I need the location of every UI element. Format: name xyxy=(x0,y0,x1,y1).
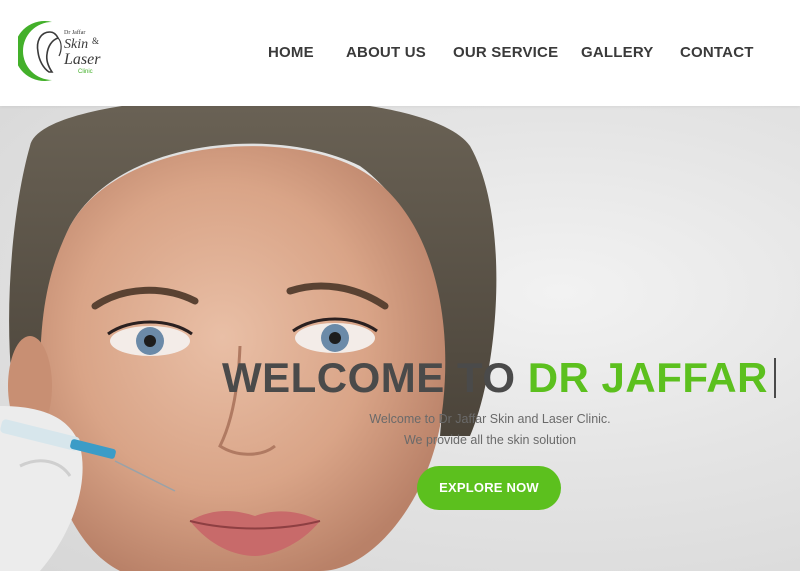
logo-top-text: Dr Jaffar xyxy=(64,29,85,36)
hero-title-prefix: WELCOME TO xyxy=(222,354,528,401)
hero-title: WELCOME TO DR JAFFAR xyxy=(222,354,782,402)
explore-now-button[interactable]: EXPLORE NOW xyxy=(417,466,561,510)
nav-about-us[interactable]: ABOUT US xyxy=(346,44,426,61)
hero-title-accent: DR JAFFAR xyxy=(527,354,768,401)
main-nav: HOME ABOUT US OUR SERVICE GALLERY CONTAC… xyxy=(0,44,800,64)
hero-banner: WELCOME TO DR JAFFAR Welcome to Dr Jaffa… xyxy=(0,106,800,571)
nav-gallery[interactable]: GALLERY xyxy=(581,44,654,61)
nav-contact[interactable]: CONTACT xyxy=(680,44,754,61)
nav-home[interactable]: HOME xyxy=(268,44,314,61)
logo-clinic-text: Clinic xyxy=(78,69,93,75)
hero-subtitle-line-1: Welcome to Dr Jaffar Skin and Laser Clin… xyxy=(369,412,611,426)
typing-caret xyxy=(773,358,776,398)
hero-face-image xyxy=(0,106,800,571)
hero-subtitle-line-2: We provide all the skin solution xyxy=(403,433,577,447)
nav-our-service[interactable]: OUR SERVICE xyxy=(453,44,558,61)
site-header: Dr Jaffar Skin & Laser Clinic HOME ABOUT… xyxy=(0,0,800,106)
